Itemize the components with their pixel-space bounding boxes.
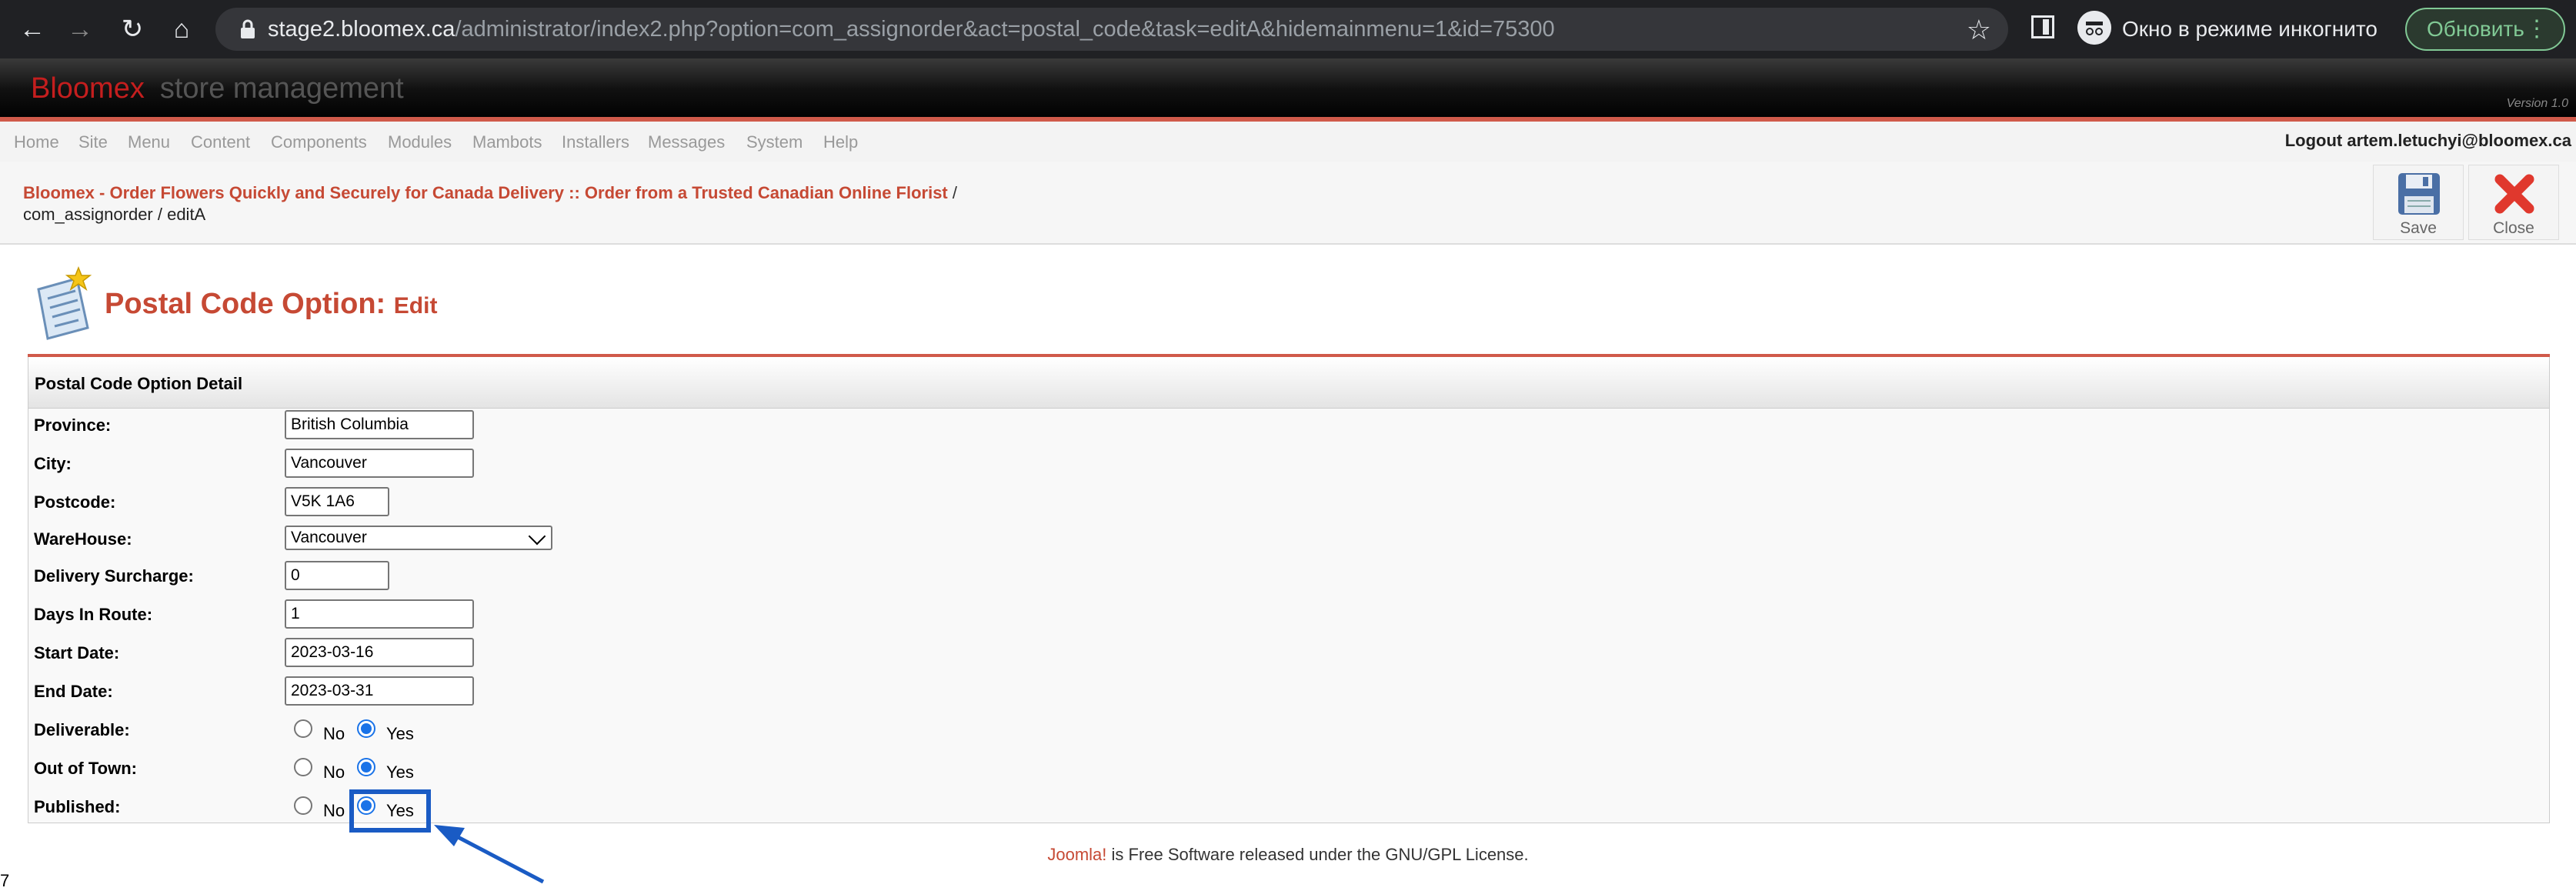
breadcrumb-separator: / [952, 183, 958, 202]
logout-link[interactable]: Logout artem.letuchyi@bloomex.ca [2285, 131, 2571, 151]
surcharge-label: Delivery Surcharge: [34, 566, 194, 586]
joomla-link[interactable]: Joomla! [1047, 845, 1106, 864]
form-heading-text: Postal Code Option Detail [35, 374, 243, 393]
browser-toolbar: ← → ↻ ⌂ stage2.bloomex.ca/administrator/… [0, 0, 2576, 58]
published-no-radio[interactable] [294, 796, 312, 815]
menu-messages[interactable]: Messages [648, 132, 725, 152]
page-title-suffix: Edit [393, 293, 438, 319]
menu-site[interactable]: Site [78, 132, 108, 152]
url-text: stage2.bloomex.ca/administrator/index2.p… [268, 17, 1555, 42]
days-in-route-label: Days In Route: [34, 605, 153, 624]
menu-modules[interactable]: Modules [388, 132, 452, 152]
menu-mambots[interactable]: Mambots [472, 132, 542, 152]
lock-icon [241, 19, 255, 38]
warehouse-label: WareHouse: [34, 529, 132, 549]
menu-installers[interactable]: Installers [562, 132, 629, 152]
reload-icon[interactable]: ↻ [114, 11, 151, 48]
city-label: City: [34, 454, 72, 473]
start-date-field[interactable] [285, 638, 474, 667]
menu-home[interactable]: Home [14, 132, 59, 152]
deliverable-yes-radio[interactable] [357, 719, 375, 738]
form-heading: Postal Code Option Detail [28, 357, 2549, 409]
deliverable-no-label: No [323, 724, 345, 743]
close-button[interactable]: Close [2468, 165, 2559, 240]
breadcrumb-site-link[interactable]: Bloomex - Order Flowers Quickly and Secu… [23, 183, 948, 202]
warehouse-selected: Vancouver [291, 529, 367, 546]
bookmark-star-icon[interactable]: ☆ [1967, 14, 1991, 46]
city-field[interactable] [285, 449, 474, 478]
brand-subtitle: store management [159, 72, 404, 105]
published-label: Published: [34, 797, 121, 816]
deliverable-yes-label: Yes [386, 724, 414, 743]
brand-logo: Bloomex store management [31, 72, 404, 105]
version-label: Version 1.0 [2506, 97, 2568, 110]
home-icon[interactable]: ⌂ [163, 11, 200, 48]
update-label: Обновить [2427, 17, 2524, 41]
admin-menu-bar: Home Site Menu Content Components Module… [0, 122, 2576, 162]
footer-text: is Free Software released under the GNU/… [1106, 845, 1529, 864]
end-date-field[interactable] [285, 676, 474, 706]
back-arrow-icon[interactable]: ← [14, 11, 51, 48]
menu-help[interactable]: Help [823, 132, 858, 152]
menu-components[interactable]: Components [271, 132, 367, 152]
page-title: Postal Code Option: Edit [105, 288, 438, 320]
end-date-label: End Date: [34, 682, 113, 701]
menu-content[interactable]: Content [191, 132, 250, 152]
footer: Joomla! is Free Software released under … [0, 845, 2576, 865]
chevron-down-icon [528, 527, 546, 546]
out-of-town-yes-label: Yes [386, 763, 414, 782]
out-of-town-no-radio[interactable] [294, 758, 312, 776]
save-label: Save [2400, 219, 2437, 237]
surcharge-field[interactable] [285, 561, 389, 590]
update-button[interactable]: Обновить ⋮ [2405, 8, 2565, 51]
address-bar[interactable]: stage2.bloomex.ca/administrator/index2.p… [215, 8, 2008, 51]
page-number-text: 7 [0, 871, 10, 890]
close-x-icon [2494, 174, 2534, 214]
province-label: Province: [34, 415, 112, 435]
incognito-label: Окно в режиме инкогнито [2122, 17, 2377, 41]
out-of-town-yes-radio[interactable] [357, 758, 375, 776]
days-in-route-field[interactable] [285, 599, 474, 629]
out-of-town-label: Out of Town: [34, 759, 137, 778]
menu-system[interactable]: System [746, 132, 802, 152]
floppy-disk-icon [2398, 173, 2440, 215]
out-of-town-no-label: No [323, 763, 345, 782]
breadcrumb-bar: Bloomex - Order Flowers Quickly and Secu… [0, 162, 2576, 245]
annotation-highlight-box [349, 789, 431, 833]
incognito-icon[interactable] [2077, 11, 2111, 45]
postcode-label: Postcode: [34, 492, 116, 512]
breadcrumb: Bloomex - Order Flowers Quickly and Secu… [23, 183, 957, 203]
warehouse-select[interactable]: Vancouver [285, 526, 552, 550]
province-field[interactable] [285, 410, 474, 439]
deliverable-label: Deliverable: [34, 720, 130, 739]
admin-header: Bloomex store management Version 1.0 [0, 58, 2576, 120]
breadcrumb-path: com_assignorder / editA [23, 205, 206, 224]
menu-dots-icon[interactable]: ⋮ [2525, 17, 2548, 42]
edit-document-icon [37, 266, 92, 340]
postcode-field[interactable] [285, 487, 389, 516]
published-no-label: No [323, 801, 345, 820]
menu-menu[interactable]: Menu [128, 132, 170, 152]
start-date-label: Start Date: [34, 643, 120, 662]
close-label: Close [2493, 219, 2534, 237]
deliverable-no-radio[interactable] [294, 719, 312, 738]
save-button[interactable]: Save [2373, 165, 2464, 240]
forward-arrow-icon[interactable]: → [62, 11, 98, 48]
side-panel-icon[interactable] [2031, 15, 2054, 38]
